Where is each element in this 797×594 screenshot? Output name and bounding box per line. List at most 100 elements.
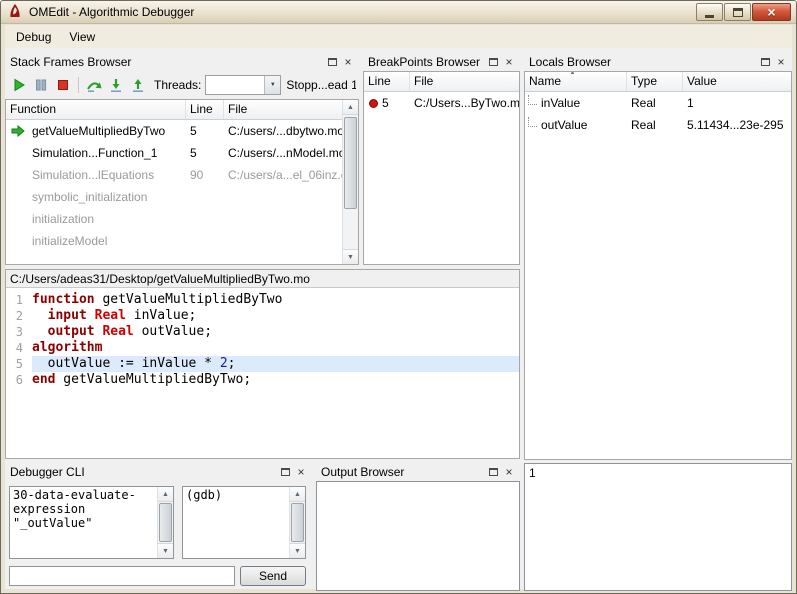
maximize-icon: [732, 7, 743, 17]
code-line[interactable]: 3 output Real outValue;: [6, 324, 519, 340]
breakpoints-title: BreakPoints Browser: [368, 55, 481, 69]
stack-frame-row[interactable]: symbolic_initialization: [6, 186, 342, 208]
column-line[interactable]: Line: [186, 100, 224, 119]
menu-view[interactable]: View: [60, 27, 104, 47]
code-line[interactable]: 5 outValue := inValue * 2;: [6, 356, 519, 372]
output-content[interactable]: [316, 481, 520, 591]
close-icon: ×: [297, 465, 305, 479]
column-file[interactable]: File: [410, 72, 519, 91]
code-text: output Real outValue;: [47, 324, 213, 339]
close-icon: ×: [505, 55, 513, 69]
step-over-button[interactable]: [83, 74, 105, 96]
code-line[interactable]: 1 function getValueMultipliedByTwo: [6, 292, 519, 308]
resume-button[interactable]: [8, 74, 30, 96]
column-file[interactable]: File: [224, 100, 342, 119]
stack-frames-float-button[interactable]: [324, 55, 340, 69]
scroll-down-icon[interactable]: ▼: [343, 249, 358, 264]
stack-frame-row[interactable]: initializeModel: [6, 230, 342, 252]
stack-frame-row[interactable]: getValueMultipliedByTwo 5 C:/users/...dbyt…: [6, 120, 342, 142]
code-text: end getValueMultipliedByTwo;: [32, 372, 252, 387]
breakpoints-close-button[interactable]: ×: [501, 55, 517, 69]
frame-function: Simulation...lEquations: [6, 164, 186, 186]
maximize-button[interactable]: [724, 3, 751, 21]
stack-frame-row[interactable]: Simulation...Function_1 5 C:/users/...nMod…: [6, 142, 342, 164]
scroll-thumb[interactable]: [291, 503, 304, 542]
column-line[interactable]: Line: [364, 72, 410, 91]
code-text: function getValueMultipliedByTwo: [32, 292, 283, 307]
stack-frame-row[interactable]: initialization: [6, 208, 342, 230]
minimize-button[interactable]: [696, 3, 723, 21]
local-value: 1: [687, 96, 694, 110]
column-value[interactable]: Value: [683, 72, 791, 91]
interrupt-button[interactable]: [30, 74, 52, 96]
locals-close-button[interactable]: ×: [773, 55, 789, 69]
code-editor-panel: C:/Users/adeas31/Desktop/getValueMultipl…: [5, 269, 520, 459]
interrupt-icon: [36, 79, 47, 91]
scroll-up-icon[interactable]: ▲: [290, 487, 305, 502]
cli-header: Debugger CLI ×: [5, 463, 312, 481]
cli-history-scrollbar[interactable]: ▲ ▼: [157, 487, 173, 558]
locals-float-button[interactable]: [757, 55, 773, 69]
menu-debug[interactable]: Debug: [7, 27, 60, 47]
breakpoints-browser: BreakPoints Browser × Line File 5 C:/User…: [363, 53, 520, 265]
stack-frames-close-button[interactable]: ×: [340, 55, 356, 69]
menubar: Debug View: [5, 25, 792, 48]
locals-row[interactable]: inValue Real 1: [525, 92, 791, 114]
breakpoint-row[interactable]: 5 C:/Users...ByTwo.mo: [364, 92, 519, 114]
cli-response-view[interactable]: (gdb) ▲ ▼: [182, 486, 306, 559]
cli-float-button[interactable]: [277, 465, 293, 479]
frame-file: C:/users/a...el_06inz.c: [228, 168, 342, 182]
locals-row[interactable]: outValue Real 5.11434...23e-295: [525, 114, 791, 136]
file-path-header: C:/Users/adeas31/Desktop/getValueMultipl…: [6, 270, 519, 288]
close-icon: ×: [505, 465, 513, 479]
editor-lines: 1 function getValueMultipliedByTwo 2 input…: [6, 292, 519, 388]
output-close-button[interactable]: ×: [501, 465, 517, 479]
locals-value-viewer[interactable]: 1: [524, 463, 792, 591]
cli-command-input[interactable]: [9, 566, 235, 586]
code-editor[interactable]: 1 function getValueMultipliedByTwo 2 input…: [6, 289, 519, 458]
scroll-thumb[interactable]: [159, 503, 172, 542]
close-button[interactable]: ×: [752, 3, 791, 21]
line-number: 2: [15, 309, 23, 323]
breakpoints-float-button[interactable]: [485, 55, 501, 69]
threads-combobox[interactable]: ▼: [205, 75, 282, 95]
float-icon: [488, 58, 498, 66]
column-name[interactable]: ▲ Name: [525, 72, 627, 91]
scroll-down-icon[interactable]: ▼: [290, 543, 305, 558]
toolbar-separator: [78, 77, 79, 93]
send-button[interactable]: Send: [240, 566, 306, 586]
scroll-up-icon[interactable]: ▲: [343, 100, 358, 115]
code-line[interactable]: 2 input Real inValue;: [6, 308, 519, 324]
scroll-up-icon[interactable]: ▲: [158, 487, 173, 502]
stop-button[interactable]: [52, 74, 74, 96]
threads-combobox-value: [206, 76, 264, 94]
float-icon: [488, 468, 498, 476]
breakpoints-table: Line File 5 C:/Users...ByTwo.mo: [363, 71, 520, 265]
scroll-down-icon[interactable]: ▼: [158, 543, 173, 558]
stack-frames-table-header: Function Line File: [6, 100, 342, 120]
step-return-button[interactable]: [127, 74, 149, 96]
column-function[interactable]: Function: [6, 100, 186, 119]
cli-close-button[interactable]: ×: [293, 465, 309, 479]
column-type[interactable]: Type: [627, 72, 683, 91]
cli-response-scrollbar[interactable]: ▲ ▼: [289, 487, 305, 558]
output-header: Output Browser ×: [316, 463, 520, 481]
float-icon: [327, 58, 337, 66]
titlebar[interactable]: OMEdit - Algorithmic Debugger ×: [1, 1, 796, 24]
code-line[interactable]: 6 end getValueMultipliedByTwo;: [6, 372, 519, 388]
threads-label: Threads:: [154, 78, 202, 92]
step-into-button[interactable]: [105, 74, 127, 96]
locals-table: ▲ Name Type Value inValue Real 1 outValue Rea…: [524, 71, 792, 460]
stack-frame-row[interactable]: Simulation...lEquations 90 C:/users/a...el…: [6, 164, 342, 186]
chevron-down-icon: ▼: [264, 76, 281, 94]
frame-function-text: Simulation...Function_1: [32, 146, 158, 160]
cli-command-history[interactable]: 30-data-evaluate-expression "_outValue" …: [9, 486, 174, 559]
frame-function: Simulation...Function_1: [6, 142, 186, 164]
locals-table-header: ▲ Name Type Value: [525, 72, 791, 92]
stack-frames-scrollbar[interactable]: ▲ ▼: [342, 100, 358, 264]
frame-function-text: Simulation...lEquations: [32, 168, 155, 182]
scroll-thumb[interactable]: [344, 117, 357, 209]
code-line[interactable]: 4 algorithm: [6, 340, 519, 356]
output-float-button[interactable]: [485, 465, 501, 479]
content-area: Stack Frames Browser × Threads: ▼ Stopp.…: [5, 48, 792, 591]
